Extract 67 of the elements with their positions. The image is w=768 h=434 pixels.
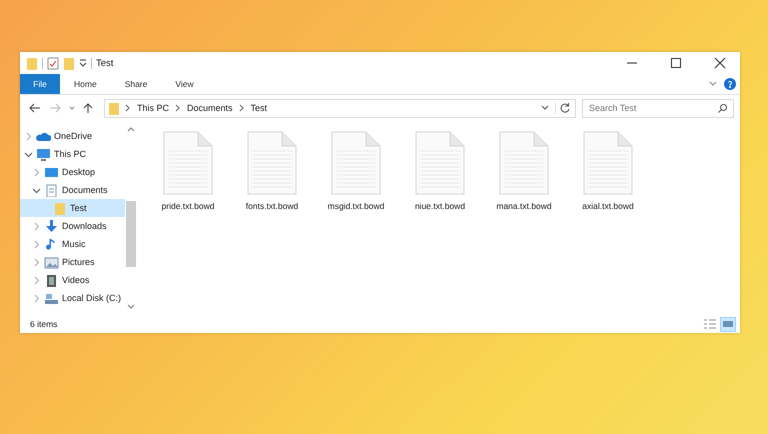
ribbon-tab[interactable]: View: [161, 74, 208, 94]
ribbon-tab[interactable]: Share: [110, 74, 162, 94]
pc-icon: [36, 148, 51, 160]
document-icon: [583, 131, 633, 195]
file-item[interactable]: fonts.txt.bowd: [239, 131, 305, 211]
refresh-icon[interactable]: [555, 102, 571, 114]
breadcrumb-item[interactable]: This PC: [137, 103, 170, 113]
nav-item[interactable]: Documents: [20, 181, 125, 199]
desktop-icon: [44, 166, 59, 178]
file-item[interactable]: niue.txt.bowd: [407, 131, 473, 211]
nav-item[interactable]: Videos: [20, 271, 125, 289]
document-icon: [499, 131, 549, 195]
folder-icon: [52, 202, 67, 214]
document-icon: [415, 131, 465, 195]
expand-icon[interactable]: [32, 222, 41, 230]
document-icon: [247, 131, 297, 195]
up-icon[interactable]: [82, 102, 94, 114]
file-item[interactable]: axial.txt.bowd: [575, 131, 641, 211]
details-icon: [704, 319, 716, 329]
pictures-icon: [44, 256, 59, 268]
expand-icon[interactable]: [24, 132, 33, 140]
breadcrumb-item[interactable]: Test: [250, 103, 268, 113]
collapse-icon[interactable]: [24, 150, 33, 158]
window-title: Test: [96, 58, 114, 68]
chevron-icon: [238, 104, 246, 112]
chevron-icon: [174, 104, 182, 112]
file-item[interactable]: mana.txt.bowd: [491, 131, 557, 211]
search-icon[interactable]: [717, 102, 728, 114]
nav-item[interactable]: Desktop: [20, 163, 125, 181]
nav-item[interactable]: Test: [20, 199, 125, 217]
documents-icon: [44, 184, 59, 196]
scroll-up-icon[interactable]: [127, 125, 135, 133]
nav-item[interactable]: OneDrive: [20, 127, 125, 145]
file-item[interactable]: pride.txt.bowd: [155, 131, 221, 211]
disk-icon: [44, 292, 59, 304]
expand-icon[interactable]: [32, 258, 41, 266]
expand-icon[interactable]: [32, 294, 41, 302]
expand-icon[interactable]: [32, 168, 41, 176]
folder-icon: [109, 102, 119, 114]
nav-item[interactable]: Music: [20, 235, 125, 253]
dropdown-icon[interactable]: [79, 58, 87, 68]
search-field[interactable]: Search Test: [582, 98, 734, 118]
downloads-icon: [44, 220, 59, 232]
expand-icon[interactable]: [32, 276, 41, 284]
breadcrumb-item[interactable]: Documents: [187, 103, 233, 113]
scroll-down-icon[interactable]: [127, 303, 135, 311]
document-icon: [163, 131, 213, 195]
back-icon[interactable]: [28, 102, 42, 114]
details-view-button[interactable]: [702, 316, 718, 332]
nav-item[interactable]: Local Disk (C:): [20, 289, 125, 307]
help-icon[interactable]: [724, 78, 736, 90]
address-field[interactable]: This PC Documents Test: [104, 98, 576, 118]
nav-item[interactable]: This PC: [20, 145, 125, 163]
document-icon: [331, 131, 381, 195]
forward-icon[interactable]: [48, 102, 62, 114]
file-item[interactable]: msgid.txt.bowd: [323, 131, 389, 211]
nav-item[interactable]: Downloads: [20, 217, 125, 235]
properties-icon[interactable]: [47, 56, 59, 70]
nav-item[interactable]: Pictures: [20, 253, 125, 271]
collapse-icon[interactable]: [32, 186, 41, 194]
chevron-icon: [124, 104, 132, 112]
ribbon-tab[interactable]: Home: [60, 74, 111, 94]
videos-icon: [44, 274, 59, 286]
large-icons-icon: [722, 319, 734, 329]
item-count: 6 items: [30, 319, 58, 329]
expand-icon[interactable]: [32, 240, 41, 248]
large-icons-view-button[interactable]: [720, 316, 736, 332]
